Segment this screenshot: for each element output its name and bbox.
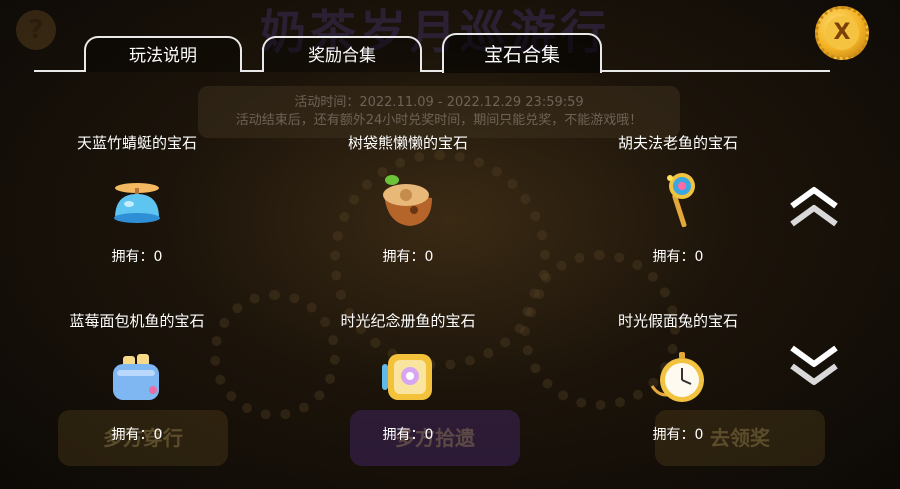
help-icon: ? [16, 10, 56, 50]
gem-card: 时光纪念册鱼的宝石 拥有：0 [293, 310, 523, 460]
close-button[interactable]: X [815, 6, 869, 60]
memory-album-icon [382, 354, 432, 400]
gem-owned-count: 拥有：0 [111, 249, 163, 265]
gem-owned-count: 拥有：0 [382, 249, 434, 265]
acorn-log-icon [383, 175, 432, 226]
tab-rewards[interactable]: 奖励合集 [262, 36, 422, 72]
tab-baseline [240, 70, 264, 72]
gem-name: 胡夫法老鱼的宝石 [617, 134, 738, 152]
gem-card: 蓝莓面包机鱼的宝石 拥有：0 [22, 310, 252, 460]
double-chevron-up-icon[interactable] [786, 184, 842, 232]
gem-owned-count: 拥有：0 [652, 249, 704, 265]
gem-owned-count: 拥有：0 [652, 427, 704, 443]
background-notice-desc: 活动结束后，还有额外24小时兑奖时间，期间只能兑奖，不能游戏哦！ [235, 113, 643, 128]
tab-baseline [420, 70, 444, 72]
gem-name: 时光纪念册鱼的宝石 [340, 312, 476, 330]
gem-card: 时光假面兔的宝石 拥有：0 [563, 310, 793, 460]
double-chevron-down-icon[interactable] [786, 340, 842, 388]
close-icon: X [825, 16, 859, 50]
toaster-icon [113, 354, 159, 400]
tab-gems[interactable]: 宝石合集 [442, 33, 602, 73]
tab-baseline [600, 70, 830, 72]
blue-propeller-hat-icon [114, 183, 160, 223]
pharaoh-scepter-icon [667, 173, 695, 228]
gem-card: 树袋熊懒懒的宝石 拥有：0 [293, 132, 523, 282]
tab-baseline [34, 70, 86, 72]
gem-card: 胡夫法老鱼的宝石 拥有：0 [563, 132, 793, 282]
gem-name: 时光假面兔的宝石 [617, 312, 738, 330]
gem-owned-count: 拥有：0 [111, 427, 163, 443]
background-notice-time: 活动时间：2022.11.09 - 2022.12.29 23:59:59 [294, 95, 584, 110]
pocket-watch-icon [650, 352, 704, 402]
gem-owned-count: 拥有：0 [382, 427, 434, 443]
gem-card: 天蓝竹蜻蜓的宝石 拥有：0 [22, 132, 252, 282]
gem-name: 树袋熊懒懒的宝石 [347, 134, 468, 152]
tab-rules[interactable]: 玩法说明 [84, 36, 242, 72]
background-notice: 活动时间：2022.11.09 - 2022.12.29 23:59:59 活动… [198, 86, 680, 138]
gem-name: 天蓝竹蜻蜓的宝石 [76, 134, 197, 152]
gem-name: 蓝莓面包机鱼的宝石 [69, 312, 205, 330]
